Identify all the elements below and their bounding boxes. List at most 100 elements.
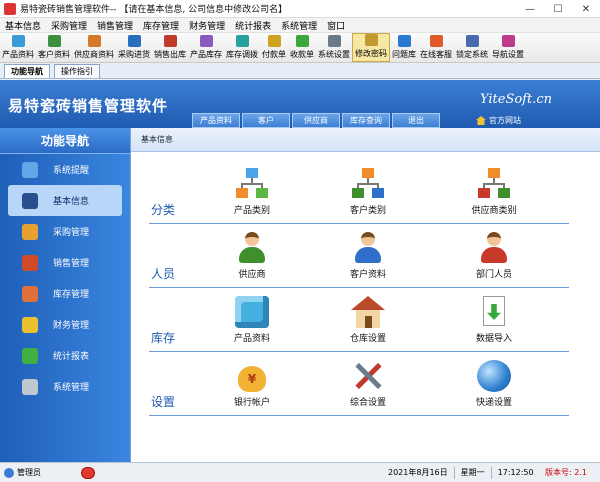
status-date: 2021年8月16日	[388, 468, 448, 477]
toolbar-button-1[interactable]: 客户资料	[36, 33, 72, 62]
sidebar-item-3[interactable]: 销售管理	[0, 247, 130, 278]
sidebar-item-1[interactable]: 基本信息	[8, 185, 122, 216]
banner-tab-exit[interactable]: 退出	[392, 113, 440, 128]
sidebar-item-2[interactable]: 采购管理	[0, 216, 130, 247]
money-bag-icon: ¥	[235, 360, 269, 392]
toolbar-button-0[interactable]: 产品资料	[0, 33, 36, 62]
toolbar-label: 修改密码	[355, 49, 387, 58]
maximize-button[interactable]: ☐	[544, 0, 572, 18]
category-tree-icon	[235, 168, 269, 200]
sidebar-item-7[interactable]: 系统管理	[0, 371, 130, 402]
category-customer-button[interactable]: 客户类别	[323, 168, 413, 216]
user-icon	[4, 467, 14, 478]
toolbar-button-6[interactable]: 库存调拨	[224, 33, 260, 62]
menu-finance[interactable]: 财务管理	[184, 19, 230, 32]
banner-tab-suppliers[interactable]: 供应商	[292, 113, 340, 128]
globe-icon	[477, 360, 511, 392]
data-import-button[interactable]: 数据导入	[449, 296, 539, 344]
tab-function-nav[interactable]: 功能导航	[4, 64, 50, 78]
sidebar-item-label: 基本信息	[53, 197, 90, 207]
express-settings-button[interactable]: 快递设置	[449, 360, 539, 408]
users-icon	[47, 35, 61, 47]
separator	[453, 466, 455, 479]
menu-basic-info[interactable]: 基本信息	[0, 19, 46, 32]
status-bar: 管理员 2021年8月16日 星期一 17:12:50 版本号: 2.1	[0, 462, 600, 482]
menu-inventory[interactable]: 库存管理	[138, 19, 184, 32]
sidebar-item-label: 库存管理	[53, 290, 90, 300]
toolbar-button-13[interactable]: 锁定系统	[454, 33, 490, 62]
warehouse-icon	[199, 35, 213, 47]
finance-icon	[22, 316, 38, 333]
help-icon	[397, 35, 411, 47]
sidebar-list: 系统提醒基本信息采购管理 销售管理库存管理财务管理 统计报表 系统管理	[0, 154, 130, 402]
close-button[interactable]: ✕	[572, 0, 600, 18]
product-cube-icon	[235, 296, 269, 328]
stock-icon	[22, 285, 38, 302]
info-icon	[22, 161, 38, 178]
payment-icon	[267, 35, 281, 47]
truck-icon	[163, 35, 177, 47]
toolbar-label: 导航设置	[492, 50, 524, 59]
toolbar-button-5[interactable]: 产品库存	[188, 33, 224, 62]
customer-info-button[interactable]: 客户资料	[323, 232, 413, 280]
toolbar-button-4[interactable]: 销售出库	[152, 33, 188, 62]
menu-window[interactable]: 窗口	[322, 19, 350, 32]
sales-icon	[22, 254, 38, 271]
purchase-icon	[22, 223, 38, 240]
official-site-link[interactable]: 官方网站	[476, 115, 521, 126]
menu-system[interactable]: 系统管理	[276, 19, 322, 32]
minimize-button[interactable]: —	[516, 0, 544, 18]
cell-label: 仓库设置	[349, 334, 386, 344]
toolbar-button-14[interactable]: 导航设置	[490, 33, 526, 62]
staff-icon	[477, 232, 511, 264]
toolbar-button-7[interactable]: 付款单	[260, 33, 288, 62]
row-category: 产品类别 客户类别 供应商类别 分类	[149, 164, 569, 232]
sidebar-item-0[interactable]: 系统提醒	[0, 154, 130, 185]
status-datetime: 2021年8月16日 星期一 17:12:50	[388, 466, 534, 479]
toolbar-button-9[interactable]: 系统设置	[316, 33, 352, 62]
toolbar-label: 锁定系统	[456, 50, 488, 59]
banner: 易特瓷砖销售管理软件 YiteSoft.cn 产品资料 客户 供应商 库存查询 …	[0, 80, 600, 128]
toolbar-label: 销售出库	[154, 50, 186, 59]
warehouse-settings-button[interactable]: 仓库设置	[323, 296, 413, 344]
tab-operation-guide[interactable]: 操作指引	[54, 64, 100, 78]
toolbar-button-12[interactable]: 在线客服	[418, 33, 454, 62]
sidebar-item-6[interactable]: 统计报表	[0, 340, 130, 371]
sidebar: 功能导航 系统提醒基本信息采购管理 销售管理库存管理财务管理 统计报表 系统管理	[0, 128, 130, 462]
sidebar-header: 功能导航	[0, 128, 130, 154]
bank-account-button[interactable]: ¥ 银行帐户	[207, 360, 297, 408]
sidebar-item-5[interactable]: 财务管理	[0, 309, 130, 340]
product-info-button[interactable]: 产品资料	[207, 296, 297, 344]
cell-label: 快递设置	[475, 398, 512, 408]
supplier-button[interactable]: 供应商	[207, 232, 297, 280]
banner-tab-customers[interactable]: 客户	[242, 113, 290, 128]
category-supplier-button[interactable]: 供应商类别	[449, 168, 539, 216]
supplier-icon	[87, 35, 101, 47]
toolbar-button-11[interactable]: 问题库	[390, 33, 418, 62]
toolbar-label: 问题库	[392, 50, 416, 59]
banner-tab-products[interactable]: 产品资料	[192, 113, 240, 128]
cell-label: 供应商类别	[471, 206, 517, 216]
staff-button[interactable]: 部门人员	[449, 232, 539, 280]
toolbar-label: 系统设置	[318, 50, 350, 59]
toolbar-button-8[interactable]: 收款单	[288, 33, 316, 62]
general-settings-button[interactable]: 综合设置	[323, 360, 413, 408]
app-icon	[4, 2, 16, 15]
toolbar-button-3[interactable]: 采购进货	[116, 33, 152, 62]
supplier-tree-icon	[477, 168, 511, 200]
toolbar-button-2[interactable]: 供应商资料	[72, 33, 116, 62]
menu-reports[interactable]: 统计报表	[230, 19, 276, 32]
tools-settings-icon	[351, 360, 385, 392]
brand-logo: YiteSoft.cn	[480, 92, 552, 107]
lock-icon	[465, 35, 479, 47]
cell-label: 部门人员	[475, 270, 512, 280]
banner-tab-stock-query[interactable]: 库存查询	[342, 113, 390, 128]
chart-icon	[22, 347, 38, 364]
menu-sales[interactable]: 销售管理	[92, 19, 138, 32]
notification-icon[interactable]	[81, 466, 95, 479]
cell-label: 银行帐户	[233, 398, 270, 408]
sidebar-item-4[interactable]: 库存管理	[0, 278, 130, 309]
category-product-button[interactable]: 产品类别	[207, 168, 297, 216]
toolbar-button-10[interactable]: 修改密码	[352, 33, 390, 62]
menu-purchase[interactable]: 采购管理	[46, 19, 92, 32]
